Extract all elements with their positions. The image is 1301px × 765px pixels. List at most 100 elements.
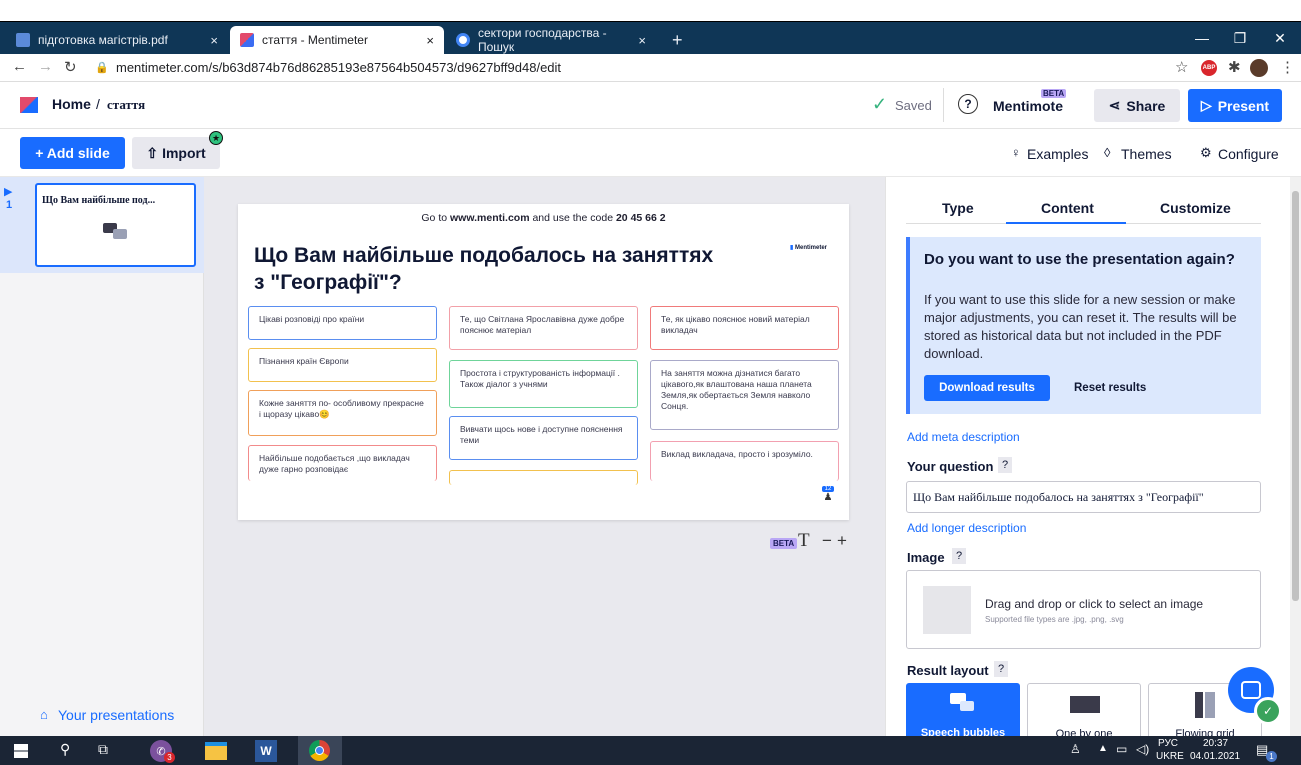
mentimeter-icon: [240, 33, 254, 47]
image-help-icon[interactable]: ?: [952, 548, 966, 564]
share-button[interactable]: ⋖ Share: [1094, 89, 1180, 122]
notice-title: Do you want to use the presentation agai…: [924, 251, 1235, 268]
themes-button[interactable]: Themes: [1121, 146, 1172, 162]
question-help-icon[interactable]: ?: [998, 457, 1012, 473]
language-indicator[interactable]: РУС: [1158, 738, 1178, 749]
reset-results-button[interactable]: Reset results: [1074, 382, 1146, 394]
network-icon[interactable]: ▭: [1116, 742, 1127, 756]
add-longer-description-link[interactable]: Add longer description: [907, 521, 1026, 535]
browser-tab-pdf[interactable]: підготовка магістрів.pdf ×: [6, 26, 228, 54]
beta-badge: BETA: [1041, 89, 1067, 98]
present-button[interactable]: ▷ Present: [1188, 89, 1282, 122]
clock-date[interactable]: 04.01.2021: [1190, 751, 1240, 762]
panel-scrollbar[interactable]: [1290, 177, 1301, 736]
keyboard-layout[interactable]: UKRE: [1156, 751, 1184, 762]
lightbulb-icon: ♀: [1011, 145, 1021, 160]
close-icon[interactable]: ×: [418, 33, 434, 48]
new-tab-button[interactable]: +: [662, 26, 692, 54]
restore-icon[interactable]: ❐: [1222, 22, 1258, 54]
response-bubble: Вивчати щось нове і доступне пояснення т…: [449, 416, 638, 460]
help-icon[interactable]: ?: [958, 94, 978, 114]
window-close-icon[interactable]: ✕: [1262, 22, 1298, 54]
windows-start-icon[interactable]: [14, 744, 28, 758]
text-decrease-button[interactable]: −: [822, 531, 832, 551]
download-results-button[interactable]: Download results: [924, 375, 1050, 401]
slide-thumbnail-title: Що Вам найбільше под...: [42, 195, 156, 206]
url-text[interactable]: mentimeter.com/s/b63d874b76d86285193e875…: [116, 60, 561, 75]
tray-arrow-icon[interactable]: ▲: [1098, 743, 1108, 754]
your-presentations-link[interactable]: Your presentations: [58, 707, 174, 723]
question-input[interactable]: Що Вам найбільше подобалось на заняттях …: [906, 481, 1261, 513]
layout-help-icon[interactable]: ?: [994, 661, 1008, 677]
response-bubble: Те, як цікаво пояснює новий матеріал вик…: [650, 306, 839, 350]
add-meta-description-link[interactable]: Add meta description: [907, 430, 1020, 444]
brand-mark-icon: ▮: [790, 245, 794, 251]
editor-toolbar: + Add slide ⇧ Import ★ ♀ Examples ◊ Them…: [0, 129, 1301, 177]
clock-time[interactable]: 20:37: [1203, 738, 1228, 749]
browser-tab-mentimeter[interactable]: стаття - Mentimeter ×: [230, 26, 444, 54]
response-bubble: Те, що Світлана Ярославівна дуже добре п…: [449, 306, 638, 350]
chrome-center-icon: [315, 746, 324, 755]
profile-avatar[interactable]: [1250, 59, 1268, 77]
volume-icon[interactable]: ◁): [1136, 742, 1149, 756]
configure-button[interactable]: Configure: [1218, 146, 1279, 162]
share-icon: ⋖: [1108, 97, 1121, 113]
your-question-label: Your question: [907, 459, 994, 474]
image-dropzone[interactable]: Drag and drop or click to select an imag…: [906, 570, 1261, 649]
layout-label: Flowing grid: [1175, 728, 1235, 736]
layout-one-by-one[interactable]: One by one: [1027, 683, 1141, 736]
beta-badge: BETA: [770, 538, 798, 549]
address-bar: ← → ↻ 🔒 mentimeter.com/s/b63d874b76d8628…: [0, 54, 1301, 82]
tab-customize[interactable]: Customize: [1160, 200, 1231, 216]
extensions-icon[interactable]: ✱: [1228, 58, 1241, 76]
menu-dots-icon[interactable]: ⋮: [1280, 58, 1295, 76]
document-icon: [16, 33, 30, 47]
speech-bubble-secondary-icon: [960, 701, 974, 711]
lock-icon: 🔒: [95, 62, 109, 74]
divider: [943, 88, 944, 122]
close-icon[interactable]: ×: [202, 33, 218, 48]
instruction-mid: and use the code: [532, 212, 614, 224]
text-increase-button[interactable]: +: [837, 531, 847, 551]
import-button[interactable]: ⇧ Import: [132, 137, 220, 169]
response-bubble: Цікаві розповіді про країни: [248, 306, 437, 340]
close-icon[interactable]: ×: [630, 33, 646, 48]
app-header: Home / стаття ✓ Saved ? Mentimote BETA ⋖…: [0, 82, 1301, 129]
dropzone-text: Drag and drop or click to select an imag…: [985, 597, 1204, 611]
tab-content[interactable]: Content: [1041, 200, 1094, 216]
people-icon[interactable]: ♙: [1070, 742, 1081, 756]
editor-panel: Type Content Customize Do you want to us…: [885, 177, 1290, 736]
home-link[interactable]: Home: [52, 96, 91, 112]
slide-thumbnail[interactable]: Що Вам найбільше под...: [35, 183, 196, 267]
breadcrumb-separator: /: [96, 96, 100, 112]
tab-type[interactable]: Type: [942, 200, 974, 216]
search-icon[interactable]: ⚲: [60, 741, 70, 758]
slide-sidebar: ▶ 1 Що Вам найбільше под... ⌂ Your prese…: [0, 177, 204, 736]
forward-icon[interactable]: →: [38, 58, 53, 75]
viber-badge: 3: [164, 752, 175, 763]
menti-site: www.menti.com: [450, 212, 530, 224]
response-bubble: Простота і структурованість інформації .…: [449, 360, 638, 408]
text-size-button[interactable]: T: [798, 530, 810, 552]
mentimote-button[interactable]: Mentimote: [993, 98, 1063, 114]
file-explorer-icon[interactable]: [205, 742, 227, 760]
examples-button[interactable]: Examples: [1027, 146, 1088, 162]
single-card-icon: [1070, 696, 1100, 713]
word-icon[interactable]: W: [255, 740, 277, 762]
bookmark-star-icon[interactable]: ☆: [1175, 58, 1188, 76]
shield-check-icon[interactable]: ✓: [1254, 697, 1282, 725]
add-slide-button[interactable]: + Add slide: [20, 137, 125, 169]
browser-tab-search[interactable]: сектори господарства - Пошук ×: [446, 26, 656, 54]
back-icon[interactable]: ←: [12, 58, 27, 75]
mentimeter-logo-icon[interactable]: [20, 97, 38, 113]
adblock-icon[interactable]: ABP: [1201, 60, 1217, 76]
slide-preview[interactable]: Go to www.menti.com and use the code 20 …: [238, 204, 849, 520]
chrome-taskbar-item[interactable]: [298, 736, 342, 765]
layout-speech-bubbles[interactable]: Speech bubbles: [906, 683, 1020, 736]
reload-icon[interactable]: ↻: [64, 58, 77, 76]
scrollbar-thumb[interactable]: [1292, 191, 1299, 601]
task-view-icon[interactable]: ⧉: [98, 741, 108, 758]
minimize-icon[interactable]: —: [1184, 22, 1220, 54]
response-bubble: Найбільше подобається ,що викладач дуже …: [248, 445, 437, 481]
presentation-title[interactable]: стаття: [107, 97, 145, 113]
